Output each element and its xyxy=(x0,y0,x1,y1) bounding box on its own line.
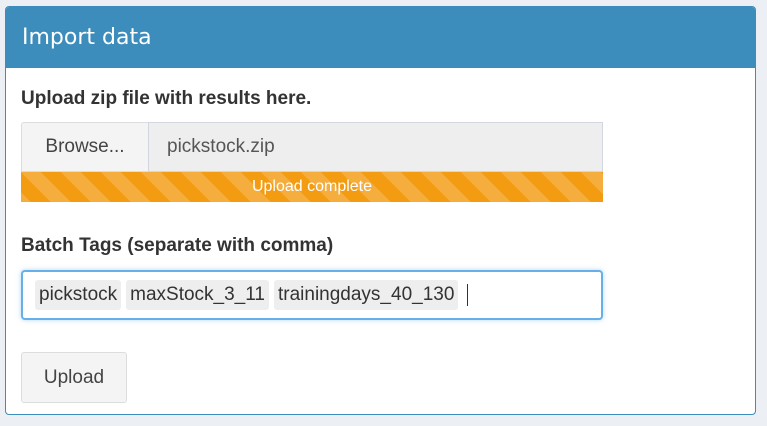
batch-tag[interactable]: maxStock_3_11 xyxy=(126,280,269,310)
batch-tag[interactable]: trainingdays_40_130 xyxy=(273,280,459,310)
batch-tags-input[interactable]: pickstock maxStock_3_11 trainingdays_40_13… xyxy=(21,270,603,320)
browse-button[interactable]: Browse... xyxy=(21,122,148,172)
file-name-field[interactable]: pickstock.zip xyxy=(148,122,603,172)
file-input-group: Browse... pickstock.zip xyxy=(21,122,603,172)
upload-progress: Upload complete xyxy=(21,172,603,202)
batch-tag[interactable]: pickstock xyxy=(35,280,122,310)
batch-tags-label: Batch Tags (separate with comma) xyxy=(21,235,334,256)
upload-button[interactable]: Upload xyxy=(21,352,127,403)
upload-label: Upload zip file with results here. xyxy=(21,88,312,109)
text-caret xyxy=(467,284,469,306)
panel-header: Import data xyxy=(6,7,755,68)
upload-progress-bar: Upload complete xyxy=(21,172,603,202)
panel-title: Import data xyxy=(22,25,152,50)
import-data-panel: Import data Upload zip file with results… xyxy=(5,6,756,415)
